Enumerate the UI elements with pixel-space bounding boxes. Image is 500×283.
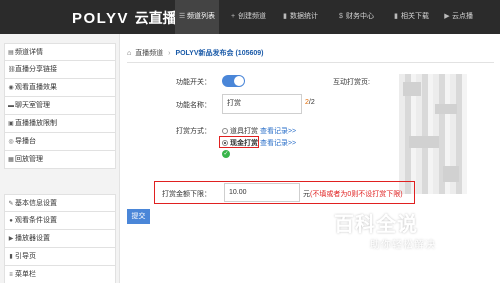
sidebar-item-label: 引导页 (15, 253, 36, 260)
main-content: ⌂ 直播频道 › POLYV新品发布会 (105609) 功能开关： 功能名称：… (121, 34, 500, 283)
sidebar-item-label: 导播台 (15, 138, 36, 145)
player-icon: ▶ (8, 236, 14, 242)
radio-button-selected[interactable] (222, 140, 228, 146)
radio-label: 现金打赏 (230, 140, 258, 147)
min-amount-unit: 元 (303, 191, 310, 198)
sidebar-item-director[interactable]: ◎ 导播台 (4, 133, 116, 151)
sidebar-item-label: 播放器设置 (15, 235, 50, 242)
play-icon: ▶ (444, 13, 450, 20)
nav-statistics[interactable]: ▮ 数据统计 (278, 0, 322, 34)
nav-label: 创建频道 (238, 13, 266, 20)
nav-downloads[interactable]: ▮ 相关下载 (389, 0, 433, 34)
feature-toggle[interactable] (222, 75, 245, 87)
min-amount-hint: (不填或者为0则不设打赏下限) (310, 191, 403, 198)
min-amount-note: 元(不填或者为0则不设打赏下限) (303, 189, 403, 199)
nav-finance[interactable]: $ 财务中心 (334, 0, 378, 34)
sidebar-item-label: 回放管理 (15, 156, 43, 163)
sidebar-item-label: 直播播放限制 (15, 120, 57, 127)
top-nav-bar: POLYV 云直播 ☰ 频道列表 + 创建频道 ▮ 数据统计 $ 财务中心 ▮ 相关下载 … (0, 0, 500, 34)
view-records-link[interactable]: 查看记录>> (260, 140, 296, 147)
radio-button[interactable] (222, 128, 228, 134)
preview-image (399, 74, 467, 194)
guide-icon: ▮ (9, 254, 13, 260)
sidebar-item-menu[interactable]: ≡ 菜单栏 (4, 266, 116, 283)
check-icon: ✓ (222, 150, 230, 158)
watermark-subtitle: 助你轻松解决 (370, 240, 436, 251)
name-label: 功能名称： (176, 102, 211, 109)
logo-cn-text: 云直播 (134, 11, 177, 27)
list-icon: ☰ (179, 13, 186, 20)
sidebar-item-watch-effect[interactable]: ◉ 观看直播效果 (4, 79, 116, 97)
chat-icon: ▬ (8, 103, 14, 109)
sidebar-item-label: 观看直播效果 (15, 84, 57, 91)
nav-label: 数据统计 (290, 13, 318, 20)
dollar-icon: $ (339, 13, 343, 20)
sidebar-item-label: 频道详情 (15, 49, 43, 56)
min-amount-label: 打赏金额下限： (162, 191, 211, 198)
switch-label: 功能开关： (176, 79, 211, 86)
sidebar-item-label: 菜单栏 (15, 271, 36, 278)
compass-icon: ◎ (8, 139, 14, 145)
folder-icon: ▤ (8, 50, 14, 56)
nav-label: 频道列表 (187, 13, 215, 20)
download-icon: ▮ (394, 13, 398, 20)
sidebar-item-basic-info[interactable]: ✎ 基本信息设置 (4, 194, 116, 212)
breadcrumb-separator: › (168, 50, 171, 57)
nav-label: 云点播 (452, 13, 473, 20)
divider (127, 62, 494, 63)
sidebar-item-watch-condition[interactable]: ● 观看条件设置 (4, 212, 116, 230)
sidebar-item-label: 基本信息设置 (15, 200, 57, 207)
sidebar-item-label: 直播分享链接 (15, 66, 57, 73)
plus-icon: + (230, 13, 236, 20)
sidebar-item-player[interactable]: ▶ 播放器设置 (4, 230, 116, 248)
lock-icon: ▣ (8, 121, 14, 127)
eye-icon: ◉ (8, 85, 14, 91)
link-icon: ⛓ (8, 67, 16, 73)
page-title: POLYV新品发布会 (105609) (175, 50, 264, 57)
sidebar: ▤ 频道详情 ⛓ 直播分享链接 ◉ 观看直播效果 ▬ 聊天室管理 ▣ 直播播放限制 ◎ 导播… (0, 34, 120, 283)
name-input[interactable]: 打赏 (222, 94, 302, 114)
view-records-link[interactable]: 查看记录>> (260, 128, 296, 135)
watermark-title: 百科全说 (334, 212, 418, 236)
name-char-counter: 2/2 (305, 99, 315, 106)
nav-channel-list[interactable]: ☰ 频道列表 (175, 0, 219, 34)
sidebar-group-channel: ▤ 频道详情 ⛓ 直播分享链接 ◉ 观看直播效果 ▬ 聊天室管理 ▣ 直播播放限制 ◎ 导播… (0, 43, 120, 169)
sidebar-item-chatroom[interactable]: ▬ 聊天室管理 (4, 97, 116, 115)
method-label: 打赏方式： (176, 128, 211, 135)
user-icon: ● (9, 218, 13, 224)
logo-text: POLYV (72, 10, 129, 27)
polyv-logo[interactable]: POLYV 云直播 (72, 8, 177, 28)
sidebar-item-guide[interactable]: ▮ 引导页 (4, 248, 116, 266)
nav-create-channel[interactable]: + 创建频道 (226, 0, 270, 34)
sidebar-item-play-limit[interactable]: ▣ 直播播放限制 (4, 115, 116, 133)
toggle-knob (234, 76, 244, 86)
preview-label: 互动打赏页: (333, 79, 370, 86)
radio-item-cash-reward[interactable]: 现金打赏 查看记录>> (222, 138, 296, 148)
submit-button[interactable]: 提交 (127, 209, 150, 224)
min-amount-input[interactable]: 10.00 (224, 183, 300, 202)
sidebar-item-replay[interactable]: ▦ 回放管理 (4, 151, 116, 169)
nav-label: 相关下载 (401, 13, 429, 20)
radio-label: 道具打赏 (230, 128, 258, 135)
edit-icon: ✎ (8, 201, 14, 207)
home-icon[interactable]: ⌂ (127, 50, 131, 57)
radio-item-prop-reward[interactable]: 道具打赏 查看记录>> (222, 126, 296, 136)
breadcrumb-section[interactable]: 直播频道 (135, 50, 163, 57)
counter-max: /2 (308, 99, 315, 106)
breadcrumb: ⌂ 直播频道 › POLYV新品发布会 (105609) (127, 48, 264, 58)
sidebar-item-channel-detail[interactable]: ▤ 频道详情 (4, 43, 116, 61)
nav-vod[interactable]: ▶ 云点播 (440, 0, 477, 34)
sidebar-item-share-link[interactable]: ⛓ 直播分享链接 (4, 61, 116, 79)
replay-icon: ▦ (8, 157, 14, 163)
bar-chart-icon: ▮ (283, 13, 287, 20)
sidebar-group-settings: ✎ 基本信息设置 ● 观看条件设置 ▶ 播放器设置 ▮ 引导页 ≡ 菜单栏 (0, 194, 120, 283)
sidebar-item-label: 观看条件设置 (15, 217, 57, 224)
nav-label: 财务中心 (346, 13, 374, 20)
menu-icon: ≡ (9, 272, 13, 278)
sidebar-item-label: 聊天室管理 (15, 102, 50, 109)
